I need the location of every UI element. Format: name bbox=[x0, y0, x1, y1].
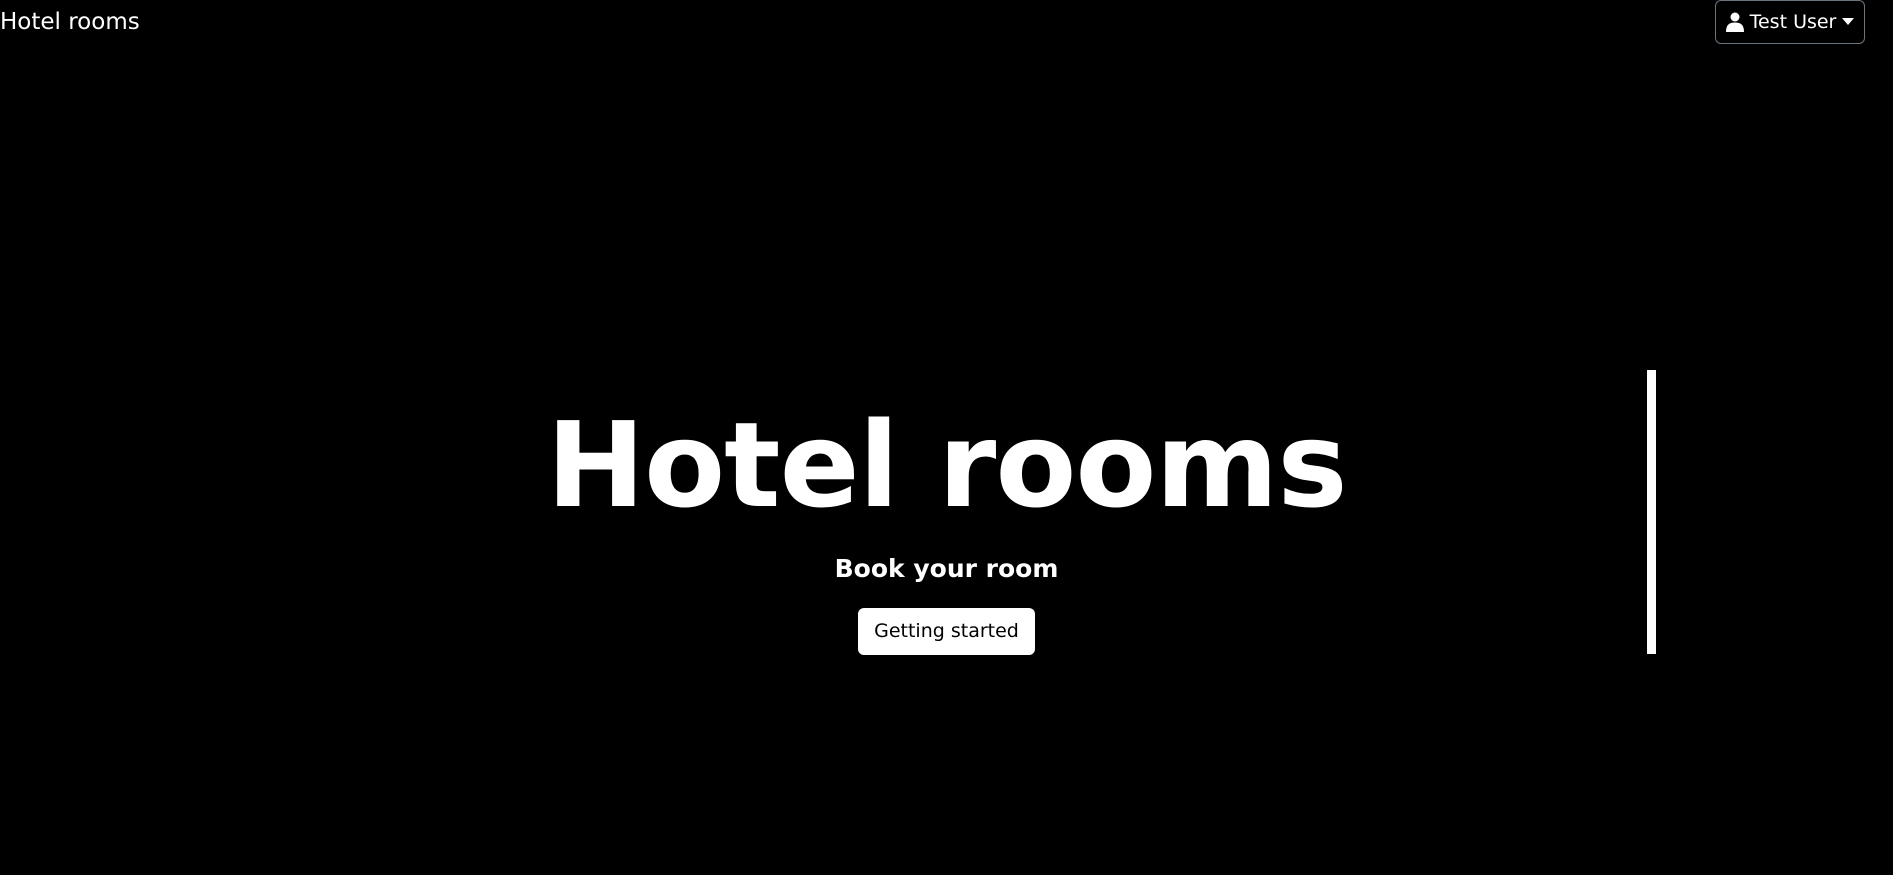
user-name: Test User bbox=[1749, 11, 1837, 33]
hero-section: Hotel rooms Book your room Getting start… bbox=[0, 400, 1893, 655]
person-icon bbox=[1725, 12, 1744, 32]
hero-title: Hotel rooms bbox=[546, 396, 1347, 534]
navbar: Hotel rooms Test User bbox=[0, 0, 1893, 45]
vertical-divider bbox=[1647, 370, 1656, 654]
user-menu-button[interactable]: Test User bbox=[1715, 0, 1865, 44]
brand-link[interactable]: Hotel rooms bbox=[0, 7, 140, 37]
hero-subtitle: Book your room bbox=[834, 554, 1059, 583]
caret-down-icon bbox=[1842, 18, 1855, 25]
getting-started-button[interactable]: Getting started bbox=[858, 608, 1035, 655]
